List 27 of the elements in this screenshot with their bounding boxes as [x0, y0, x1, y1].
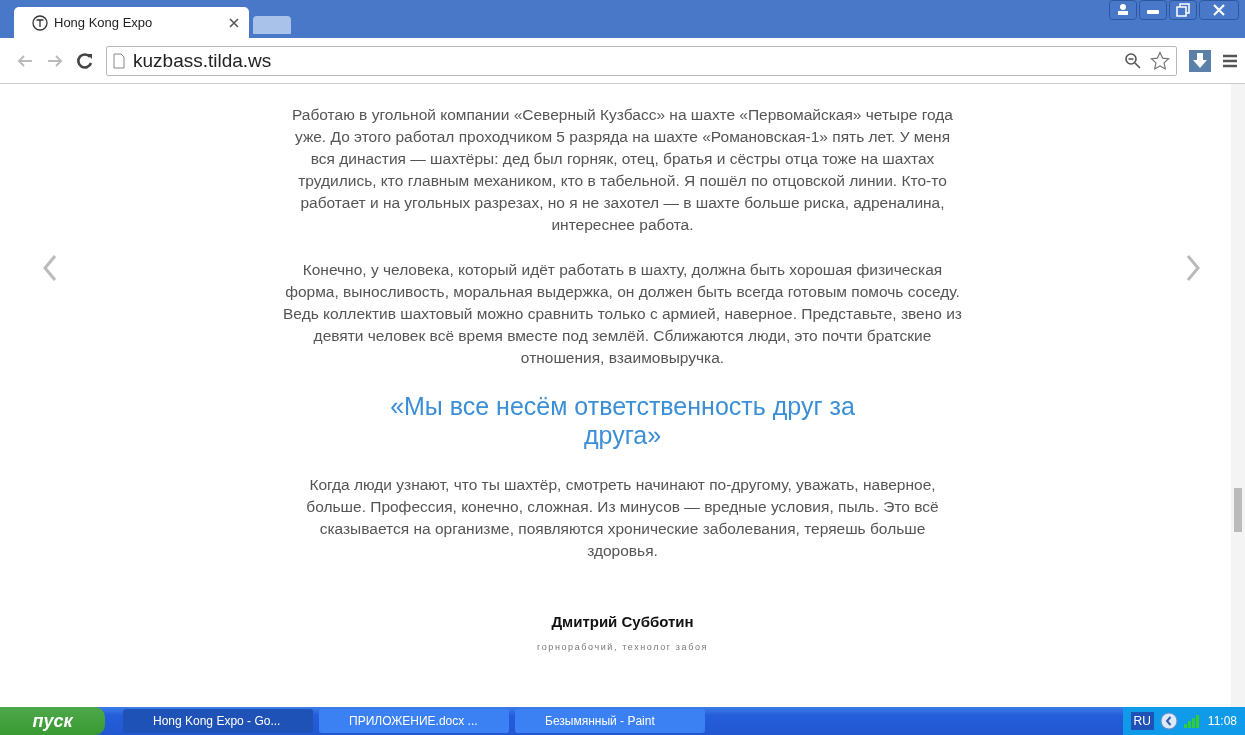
pull-quote: «Мы все несём ответственность друг за друга»: [389, 392, 856, 450]
article-paragraph: Работаю в угольной компании «Северный Кузбасс» на шахте «Первомайская» четыре года уже. До этого работал проходчиком 5 разряда на шахте «Романовская-1» пять лет. У меня вся династия — шахтёры: дед был горняк, отец, братья и сёстры отца тоже на шахтах трудились, кто главным механиком, кто в табельной. Я пошёл по отцовской линии. Кто-то работает и на угольных разрезах, но я не захотел — в шахте больше риска, адреналина, интереснее работа.: [291, 105, 954, 235]
article-paragraph: Конечно, у человека, который идёт работать в шахту, должна быть хорошая физическая форма, выносливость, моральная выдержка, он должен быть всегда готовым помочь соседу. Ведь коллектив шахтовый можно сравнить только с армией, наверное. Представьте, звено из девяти человек всё время вместе под землёй. Сближаются люди, это почти братские отношения, взаимовыручка.: [282, 260, 963, 368]
taskbar-button[interactable]: ПРИЛОЖЕНИЕ.docx ...: [319, 709, 509, 733]
scrollbar-thumb[interactable]: [1234, 488, 1242, 532]
address-field[interactable]: kuzbass.tilda.ws: [106, 45, 1177, 76]
clock: 11:08: [1207, 714, 1237, 728]
menu-icon[interactable]: [1223, 53, 1237, 68]
page-icon: [113, 52, 125, 69]
close-icon[interactable]: [229, 17, 239, 28]
user-icon[interactable]: [1109, 0, 1137, 20]
taskbar-button[interactable]: Безымянный - Paint: [515, 709, 705, 733]
reload-icon[interactable]: [76, 51, 94, 70]
chevron-icon[interactable]: [1159, 712, 1178, 730]
close-icon[interactable]: [1199, 0, 1239, 20]
language-indicator[interactable]: RU: [1130, 712, 1154, 730]
author-role: горнорабочий, технолог забоя: [537, 642, 708, 652]
star-icon[interactable]: [1150, 50, 1170, 71]
author-name: Дмитрий Субботин: [551, 613, 694, 630]
taskbar-button[interactable]: Hong Kong Expo - Go...: [123, 709, 313, 733]
restore-icon[interactable]: [1169, 0, 1197, 20]
zoom-icon[interactable]: [1124, 51, 1142, 70]
browser-tab[interactable]: Hong Kong Expo: [14, 7, 249, 38]
minimize-icon[interactable]: [1139, 0, 1167, 20]
download-icon[interactable]: [1189, 49, 1211, 72]
article-paragraph: Когда люди узнают, что ты шахтёр, смотреть начинают по-другому, уважать, наверное, больше. Профессия, конечно, сложная. Из минусов — вредные условия, пыль. Это всё сказывается на организме, появляются хронические заболевания, теряешь больше здоровья.: [305, 475, 940, 561]
site-icon: [32, 14, 48, 31]
